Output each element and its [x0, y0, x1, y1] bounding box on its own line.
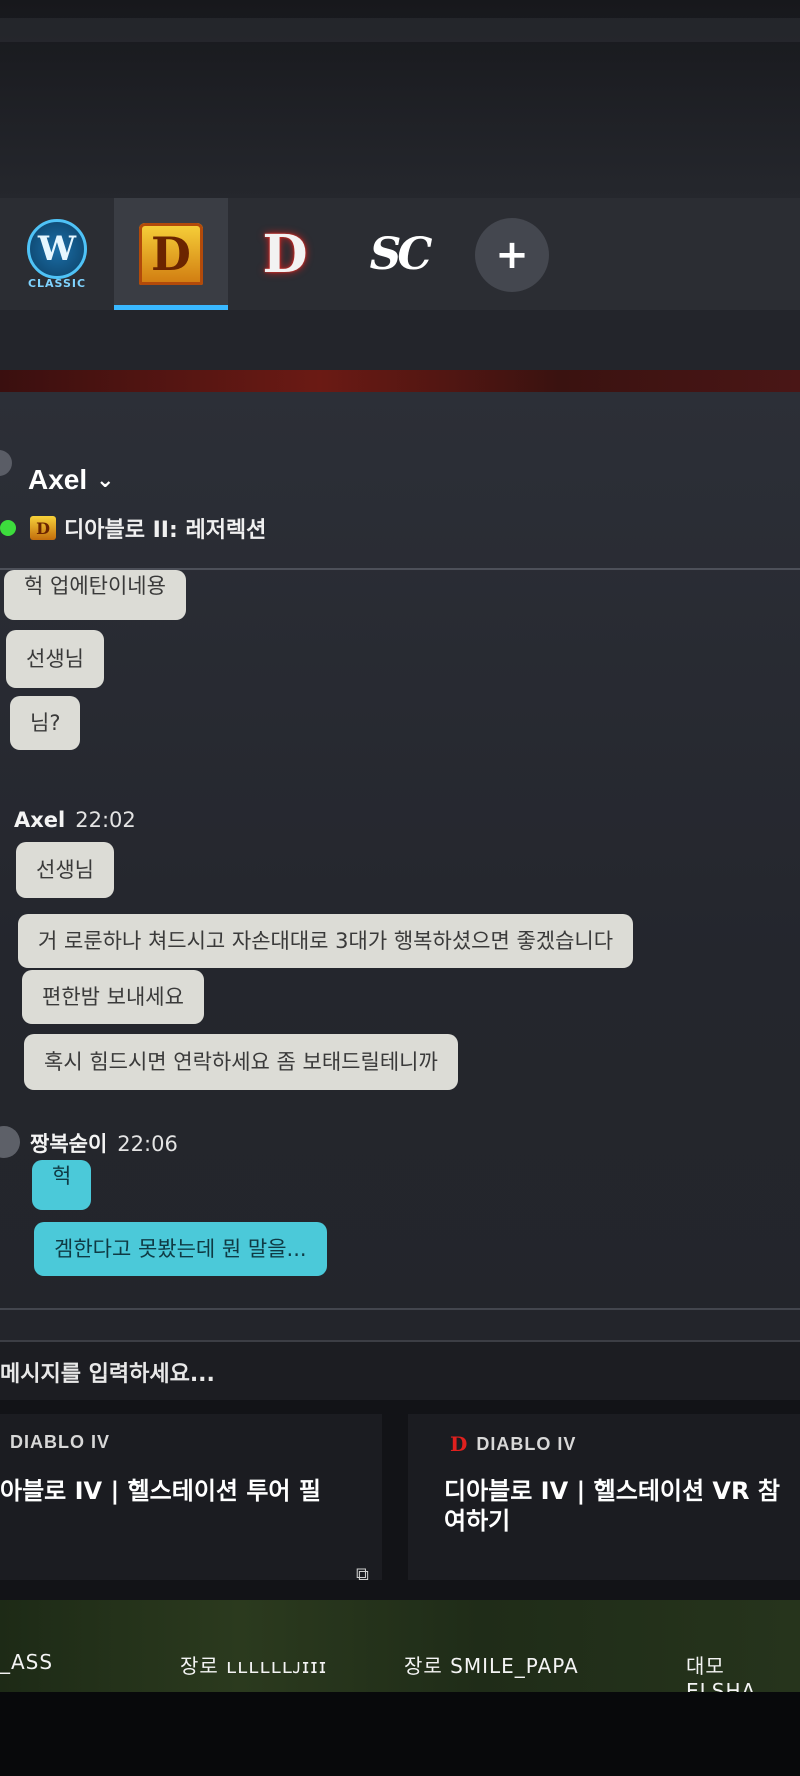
message-bubble: 님? — [10, 696, 81, 750]
sender-name: 짱복숟이 — [30, 1132, 108, 1156]
message-bubble: 거 로룬하나 쳐드시고 자손대대로 3대가 행복하셨으면 좋겠습니다 — [18, 914, 634, 968]
tab-starcraft[interactable]: SC — [342, 198, 456, 310]
avatar[interactable] — [0, 450, 12, 476]
diablo4-small-icon: D — [450, 1432, 469, 1456]
status-game-text: 디아블로 II: 레저렉션 — [64, 518, 267, 543]
avatar[interactable] — [0, 1126, 20, 1158]
banner-item: 장로 SMILE_PAPA — [404, 1654, 579, 1678]
external-link-icon[interactable]: ⧉ — [356, 1564, 369, 1585]
wow-logo: W — [27, 218, 87, 279]
banner-item: _ASS — [0, 1650, 54, 1674]
app-background — [0, 310, 800, 370]
news-tag: D DIABLO IV — [450, 1432, 576, 1456]
game-tab-bar: W CLASSIC D D SC — [0, 198, 800, 310]
news-area: DIABLO IV 아블로 IV | 헬스테이션 투어 필 ⧉ D DIABLO… — [0, 1400, 800, 1600]
news-title: 아블로 IV | 헬스테이션 투어 필 — [0, 1477, 321, 1505]
news-card[interactable]: D DIABLO IV 디아블로 IV | 헬스테이션 VR 참 여하기 — [408, 1414, 800, 1580]
news-tag-label: DIABLO IV — [10, 1432, 111, 1452]
message-sender: 짱복숟이 22:06 — [30, 1128, 178, 1158]
news-tag: DIABLO IV — [10, 1432, 110, 1453]
chat-header: Axel ⌄ D 디아블로 II: 레저렉션 — [0, 392, 800, 568]
message-bubble: 혹시 힘드시면 연락하세요 좀 보태드릴테니까 — [24, 1034, 458, 1090]
message-time: 22:02 — [75, 808, 136, 832]
message-time: 22:06 — [117, 1132, 178, 1156]
message-input[interactable]: 메시지를 입력하세요... — [0, 1356, 215, 1388]
banner-item: 장로 ʟʟʟʟʟʟᴊɪɪɪ — [180, 1654, 328, 1678]
starcraft-icon: SC — [369, 228, 433, 280]
clan-banner: _ASS 장로 ʟʟʟʟʟʟᴊɪɪɪ 장로 SMILE_PAPA 대모 ELSH… — [0, 1600, 800, 1703]
news-title-line: 디아블로 IV | 헬스테이션 VR 참 — [444, 1477, 780, 1505]
message-bubble: 헉 업에탄이네용 — [4, 570, 186, 620]
message-bubble-own: 헉 — [32, 1160, 92, 1210]
tab-diablo2[interactable]: D — [114, 198, 228, 310]
banner-strip — [0, 370, 800, 392]
diablo2-status-icon: D — [30, 516, 56, 540]
message-input-area[interactable]: 메시지를 입력하세요... — [0, 1340, 800, 1402]
input-divider — [0, 1308, 800, 1310]
chat-panel: Axel ⌄ D 디아블로 II: 레저렉션 헉 업에탄이네용 선생님 님? A… — [0, 392, 800, 1340]
tab-wow-classic[interactable]: W CLASSIC — [0, 198, 114, 310]
contact-status: D 디아블로 II: 레저렉션 — [30, 512, 266, 544]
diablo2-icon: D — [139, 223, 203, 285]
add-tab-button[interactable]: + — [475, 218, 549, 292]
contact-name[interactable]: Axel — [28, 464, 87, 496]
message-sender: Axel 22:02 — [14, 808, 136, 832]
wow-caption: CLASSIC — [27, 276, 87, 290]
chevron-down-icon[interactable]: ⌄ — [96, 468, 114, 493]
message-bubble: 편한밤 보내세요 — [22, 970, 204, 1024]
top-band — [0, 18, 800, 42]
tab-diablo4[interactable]: D — [228, 198, 342, 310]
message-bubble: 선생님 — [16, 842, 114, 898]
news-tag-label: DIABLO IV — [476, 1433, 577, 1454]
news-title: 디아블로 IV | 헬스테이션 VR 참 여하기 — [444, 1476, 780, 1536]
wow-classic-icon: W CLASSIC — [27, 218, 87, 290]
news-title-line: 여하기 — [444, 1507, 511, 1535]
monitor-bezel — [0, 1692, 800, 1776]
online-status-icon — [0, 520, 16, 536]
news-card[interactable]: DIABLO IV 아블로 IV | 헬스테이션 투어 필 ⧉ — [0, 1414, 382, 1585]
sender-name: Axel — [14, 808, 66, 832]
message-bubble: 선생님 — [6, 630, 104, 688]
message-bubble-own: 겜한다고 못봤는데 뭔 말을... — [34, 1222, 327, 1276]
diablo4-icon: D — [262, 223, 308, 285]
